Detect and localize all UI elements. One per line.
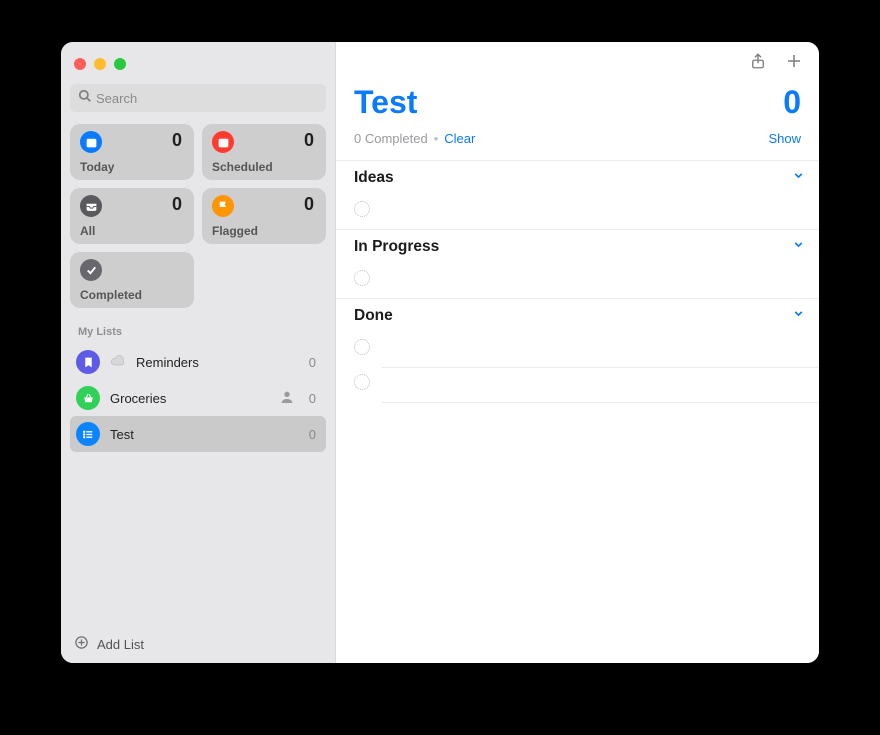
new-reminder-row[interactable] bbox=[336, 195, 819, 229]
chevron-down-icon bbox=[792, 238, 805, 256]
add-list-button[interactable]: Add List bbox=[70, 625, 326, 663]
shared-icon bbox=[279, 389, 299, 408]
reminder-radio[interactable] bbox=[354, 374, 370, 390]
list-name: Test bbox=[110, 427, 299, 442]
my-lists-header: My Lists bbox=[70, 322, 326, 344]
new-reminder-row[interactable] bbox=[336, 264, 819, 298]
smart-list-label: Today bbox=[80, 160, 114, 174]
list-count: 0 bbox=[309, 427, 316, 442]
smart-list-today[interactable]: 0 Today bbox=[70, 124, 194, 180]
section-header[interactable]: Done bbox=[336, 299, 819, 333]
chevron-down-icon bbox=[792, 307, 805, 325]
section-done: Done bbox=[336, 298, 819, 367]
flag-icon bbox=[212, 195, 234, 217]
smart-list-count: 0 bbox=[304, 194, 314, 215]
smart-list-label: Flagged bbox=[212, 224, 258, 238]
smart-list-label: Completed bbox=[80, 288, 142, 302]
smart-list-count: 0 bbox=[304, 130, 314, 151]
search-input[interactable] bbox=[96, 91, 318, 106]
smart-list-label: All bbox=[80, 224, 95, 238]
cloud-icon bbox=[110, 353, 126, 372]
trailing-area bbox=[336, 367, 819, 403]
sidebar: 0 Today 0 Scheduled 0 All bbox=[61, 42, 336, 663]
checkmark-icon bbox=[80, 259, 102, 281]
completed-count-text: 0 Completed bbox=[354, 131, 428, 146]
bookmark-icon bbox=[76, 350, 100, 374]
section-title: Done bbox=[354, 307, 393, 325]
add-reminder-button[interactable] bbox=[785, 51, 803, 76]
plus-circle-icon bbox=[74, 635, 89, 653]
list-name: Groceries bbox=[110, 391, 269, 406]
section-title: Ideas bbox=[354, 169, 394, 187]
smart-list-label: Scheduled bbox=[212, 160, 273, 174]
smart-lists: 0 Today 0 Scheduled 0 All bbox=[70, 124, 326, 308]
smart-list-completed[interactable]: Completed bbox=[70, 252, 194, 308]
tray-icon bbox=[80, 195, 102, 217]
section-ideas: Ideas bbox=[336, 160, 819, 229]
list-item-groceries[interactable]: Groceries 0 bbox=[70, 380, 326, 416]
fullscreen-window-button[interactable] bbox=[114, 58, 126, 70]
new-reminder-row[interactable] bbox=[336, 333, 819, 367]
chevron-down-icon bbox=[792, 169, 805, 187]
list-title: Test bbox=[354, 84, 417, 121]
window-controls bbox=[70, 50, 326, 84]
section-title: In Progress bbox=[354, 238, 439, 256]
calendar-icon bbox=[80, 131, 102, 153]
search-icon bbox=[78, 89, 96, 108]
reminder-radio[interactable] bbox=[354, 339, 370, 355]
list-name: Reminders bbox=[136, 355, 299, 370]
minimize-window-button[interactable] bbox=[94, 58, 106, 70]
list-total-count: 0 bbox=[783, 84, 801, 121]
divider bbox=[382, 402, 819, 403]
smart-list-scheduled[interactable]: 0 Scheduled bbox=[202, 124, 326, 180]
new-reminder-row[interactable] bbox=[336, 368, 819, 402]
basket-icon bbox=[76, 386, 100, 410]
list-count: 0 bbox=[309, 391, 316, 406]
smart-list-flagged[interactable]: 0 Flagged bbox=[202, 188, 326, 244]
section-header[interactable]: Ideas bbox=[336, 161, 819, 195]
reminder-radio[interactable] bbox=[354, 201, 370, 217]
list-item-reminders[interactable]: Reminders 0 bbox=[70, 344, 326, 380]
completed-row: 0 Completed • Clear Show bbox=[336, 125, 819, 160]
smart-list-count: 0 bbox=[172, 130, 182, 151]
detail-pane: Test 0 0 Completed • Clear Show Ideas bbox=[336, 42, 819, 663]
list-count: 0 bbox=[309, 355, 316, 370]
smart-list-count: 0 bbox=[172, 194, 182, 215]
toolbar bbox=[336, 42, 819, 84]
share-button[interactable] bbox=[749, 51, 767, 76]
separator-dot: • bbox=[434, 131, 439, 146]
list-title-bar: Test 0 bbox=[336, 84, 819, 125]
list-bullet-icon bbox=[76, 422, 100, 446]
section-header[interactable]: In Progress bbox=[336, 230, 819, 264]
close-window-button[interactable] bbox=[74, 58, 86, 70]
calendar-grid-icon bbox=[212, 131, 234, 153]
section-in-progress: In Progress bbox=[336, 229, 819, 298]
add-list-label: Add List bbox=[97, 637, 144, 652]
smart-list-all[interactable]: 0 All bbox=[70, 188, 194, 244]
list-item-test[interactable]: Test 0 bbox=[70, 416, 326, 452]
app-window: 0 Today 0 Scheduled 0 All bbox=[61, 42, 819, 663]
search-field[interactable] bbox=[70, 84, 326, 112]
clear-button[interactable]: Clear bbox=[444, 131, 475, 146]
show-button[interactable]: Show bbox=[768, 131, 801, 146]
reminder-radio[interactable] bbox=[354, 270, 370, 286]
